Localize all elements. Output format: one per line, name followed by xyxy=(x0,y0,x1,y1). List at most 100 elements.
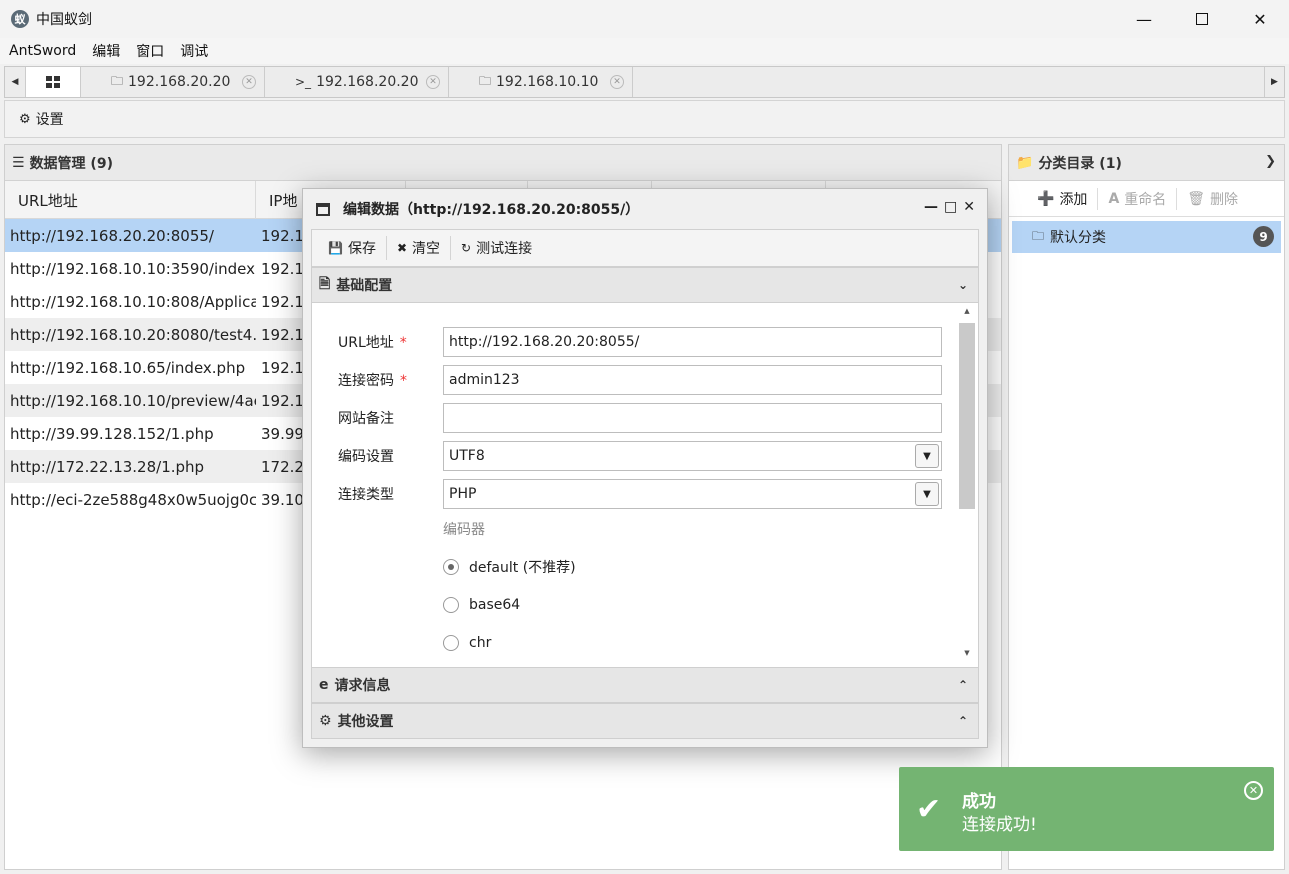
category-item-default[interactable]: 🗀 默认分类 9 xyxy=(1012,221,1281,253)
save-button[interactable]: 💾 保存 xyxy=(318,236,387,260)
category-header: 📁 分类目录 (1) ❯ xyxy=(1009,145,1284,181)
close-icon[interactable]: ✕ xyxy=(963,199,975,215)
password-input[interactable]: admin123 xyxy=(443,365,942,395)
chevron-down-icon[interactable]: ▼ xyxy=(915,444,939,468)
settings-button[interactable]: 设置 xyxy=(36,109,64,129)
encoder-option-label: base64 xyxy=(469,597,521,613)
minimize-button[interactable]: — xyxy=(1115,0,1173,38)
cell-url: http://192.168.20.20:8055/ xyxy=(10,226,214,245)
tab-file-manager-2[interactable]: 🗀 192.168.10.10 ✕ xyxy=(449,67,633,97)
edge-icon: e xyxy=(319,677,329,693)
settings-toolbar: ⚙ 设置 xyxy=(4,100,1285,138)
encoder-option-chr[interactable]: chr xyxy=(443,633,491,653)
tab-label: 192.168.20.20 xyxy=(128,74,231,90)
note-row: 网站备注 xyxy=(312,403,952,433)
chevron-right-icon[interactable]: ❯ xyxy=(1265,154,1276,169)
clear-label: 清空 xyxy=(412,241,441,257)
folder-icon: 🗀 xyxy=(479,73,492,88)
tab-terminal[interactable]: >_ 192.168.20.20 ✕ xyxy=(265,67,449,97)
delete-label: 删除 xyxy=(1210,191,1239,208)
dialog-toolbar: 💾 保存 ✖ 清空 ↻ 测试连接 xyxy=(311,229,979,267)
toast-title: 成功 xyxy=(962,792,996,812)
toast-close-icon[interactable]: ✕ xyxy=(1244,781,1263,800)
trash-icon: 🗑 xyxy=(1187,190,1206,207)
column-url[interactable]: URL地址 xyxy=(5,181,256,219)
encoder-option-base64[interactable]: base64 xyxy=(443,595,520,615)
close-button[interactable]: ✕ xyxy=(1231,0,1289,38)
chevron-down-icon[interactable]: ▼ xyxy=(915,482,939,506)
document-icon: 🗎 xyxy=(319,276,331,292)
chevron-up-icon: ⌃ xyxy=(957,678,968,692)
encoder-option-label: default (不推荐) xyxy=(469,560,576,576)
x-icon: ✖ xyxy=(396,241,408,255)
tab-file-manager-1[interactable]: 🗀 192.168.20.20 ✕ xyxy=(81,67,265,97)
menu-edit[interactable]: 编辑 xyxy=(92,41,120,61)
tab-close-icon[interactable]: ✕ xyxy=(426,75,440,89)
maximize-button[interactable] xyxy=(1173,0,1231,38)
cell-url: http://192.168.10.10/preview/4ae xyxy=(10,391,256,410)
add-label: 添加 xyxy=(1059,191,1088,208)
window-icon xyxy=(316,202,330,216)
encoder-option-label: chr xyxy=(469,635,492,651)
encoding-select[interactable]: UTF8 ▼ xyxy=(443,441,942,471)
url-input[interactable]: http://192.168.20.20:8055/ xyxy=(443,327,942,357)
scroll-thumb[interactable] xyxy=(959,323,975,509)
chevron-down-icon: ⌄ xyxy=(957,278,968,292)
tab-scroll-left-icon[interactable]: ◀ xyxy=(5,67,25,97)
scroll-up-icon[interactable]: ▲ xyxy=(959,307,975,321)
encoding-value: UTF8 xyxy=(449,448,485,464)
tab-close-icon[interactable]: ✕ xyxy=(610,75,624,89)
add-category-button[interactable]: ➕ 添加 xyxy=(1027,187,1099,210)
dialog-title-bar[interactable]: 编辑数据（http://192.168.20.20:8055/） — □ ✕ xyxy=(303,189,987,229)
note-label: 网站备注 xyxy=(338,411,394,427)
category-toolbar: ➕ 添加 A 重命名 🗑 删除 xyxy=(1009,181,1284,217)
note-input[interactable] xyxy=(443,403,942,433)
tab-scroll-right-icon[interactable]: ▶ xyxy=(1264,67,1284,97)
folder-icon: 🗀 xyxy=(1032,228,1045,243)
password-label: 连接密码 * xyxy=(338,373,407,389)
test-connection-button[interactable]: ↻ 测试连接 xyxy=(451,236,542,260)
category-panel: 📁 分类目录 (1) ❯ ➕ 添加 A 重命名 🗑 删除 🗀 默认分类 9 xyxy=(1008,144,1285,870)
terminal-icon: >_ xyxy=(295,75,312,89)
radio-checked-icon[interactable] xyxy=(443,559,459,575)
maximize-icon[interactable]: □ xyxy=(944,199,957,215)
type-select[interactable]: PHP ▼ xyxy=(443,479,942,509)
rename-category-button[interactable]: A 重命名 xyxy=(1098,187,1178,210)
folder-icon: 📁 xyxy=(1016,154,1034,171)
title-bar: 蚁 中国蚁剑 — ✕ xyxy=(0,0,1289,38)
radio-icon[interactable] xyxy=(443,635,459,651)
panel-title: 数据管理 (9) xyxy=(29,155,113,172)
tab-home[interactable] xyxy=(25,67,81,97)
clear-button[interactable]: ✖ 清空 xyxy=(387,236,452,260)
menu-debug[interactable]: 调试 xyxy=(180,41,208,61)
window-title: 中国蚁剑 xyxy=(36,12,92,28)
folder-icon: 🗀 xyxy=(111,73,124,88)
encoder-option-default[interactable]: default (不推荐) xyxy=(443,557,576,577)
delete-category-button[interactable]: 🗑 删除 xyxy=(1177,188,1248,210)
vertical-scrollbar[interactable]: ▲ ▼ xyxy=(959,307,975,663)
section-other-header[interactable]: ⚙ 其他设置 ⌃ xyxy=(311,703,979,739)
url-label: URL地址 * xyxy=(338,335,407,351)
edit-data-dialog: 编辑数据（http://192.168.20.20:8055/） — □ ✕ 💾… xyxy=(302,188,988,748)
menu-window[interactable]: 窗口 xyxy=(136,41,164,61)
count-badge: 9 xyxy=(1253,226,1274,247)
minimize-icon[interactable]: — xyxy=(924,199,938,215)
chevron-up-icon: ⌃ xyxy=(957,714,968,728)
menu-antsword[interactable]: AntSword xyxy=(9,43,76,59)
scroll-down-icon[interactable]: ▼ xyxy=(959,649,975,663)
cell-url: http://172.22.13.28/1.php xyxy=(10,457,205,476)
dashboard-grid-icon xyxy=(46,76,60,88)
toast-message: 连接成功! xyxy=(962,815,1037,835)
section-basic-header[interactable]: 🗎 基础配置 ⌄ xyxy=(311,267,979,303)
basic-config-body: URL地址 * http://192.168.20.20:8055/ 连接密码 * … xyxy=(311,303,979,667)
tab-label: 192.168.20.20 xyxy=(316,74,419,90)
radio-icon[interactable] xyxy=(443,597,459,613)
section-request-header[interactable]: e 请求信息 ⌃ xyxy=(311,667,979,703)
cogs-icon: ⚙ xyxy=(319,713,332,729)
gear-icon: ⚙ xyxy=(19,111,31,127)
type-label: 连接类型 xyxy=(338,487,394,503)
section-title: 其他设置 xyxy=(337,714,394,730)
tab-close-icon[interactable]: ✕ xyxy=(242,75,256,89)
antsword-logo-icon: 蚁 xyxy=(11,10,29,28)
tab-bar: ◀ 🗀 192.168.20.20 ✕ >_ 192.168.20.20 ✕ 🗀… xyxy=(4,66,1285,98)
